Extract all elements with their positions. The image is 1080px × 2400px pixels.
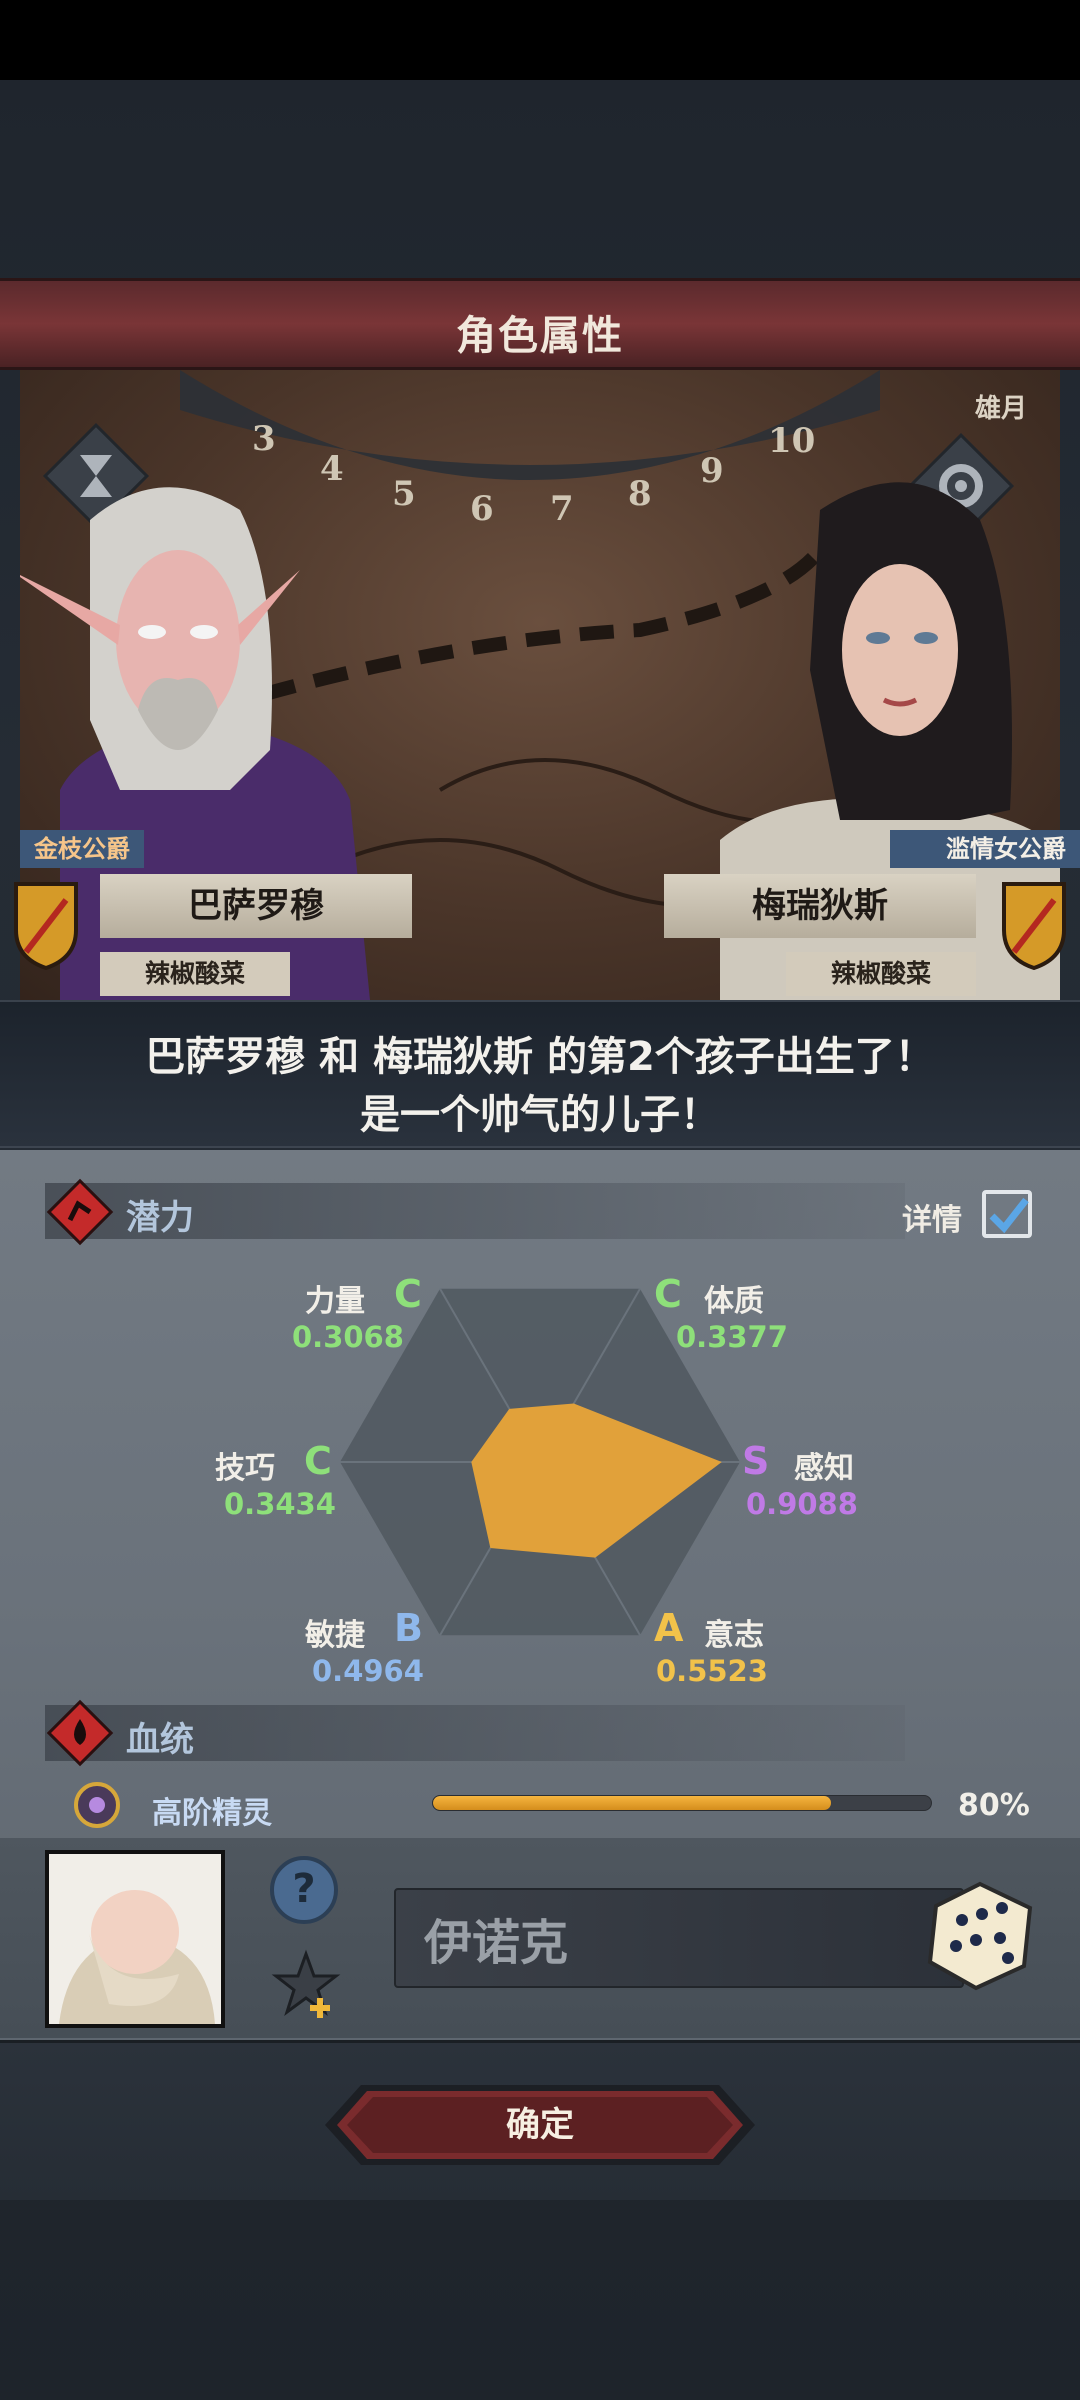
- favorite-star-button[interactable]: [270, 1948, 342, 2020]
- bloodline-icon: [46, 1699, 114, 1767]
- stat-name-constitution: 体质: [704, 1284, 764, 1319]
- stat-value-constitution: 0.3377: [676, 1320, 788, 1354]
- stat-grade-perception: S: [742, 1439, 770, 1483]
- stat-name-will: 意志: [704, 1618, 764, 1653]
- stat-value-skill: 0.3434: [224, 1487, 336, 1521]
- stat-name-skill: 技巧: [215, 1451, 275, 1486]
- help-button[interactable]: ?: [270, 1856, 338, 1924]
- stat-grade-will: A: [654, 1606, 684, 1650]
- stat-value-perception: 0.9088: [746, 1487, 858, 1521]
- stat-name-strength: 力量: [305, 1284, 365, 1319]
- elf-race-icon: [74, 1782, 120, 1828]
- stat-name-agility: 敏捷: [305, 1618, 365, 1653]
- random-name-dice-button[interactable]: [920, 1876, 1040, 1996]
- bloodline-progress: [432, 1795, 932, 1811]
- stat-grade-strength: C: [394, 1272, 422, 1316]
- confirm-button[interactable]: 确定: [325, 2083, 755, 2167]
- baby-image: [49, 1854, 221, 2024]
- child-portrait: [45, 1850, 225, 2028]
- stat-value-agility: 0.4964: [312, 1654, 424, 1688]
- bloodline-progress-fill: [433, 1796, 832, 1810]
- stat-value-will: 0.5523: [656, 1654, 768, 1688]
- child-name-input[interactable]: [394, 1888, 964, 1988]
- stat-grade-skill: C: [304, 1439, 332, 1483]
- bloodline-title: 血统: [126, 1720, 194, 1760]
- stat-grade-agility: B: [394, 1606, 423, 1650]
- stat-name-perception: 感知: [794, 1451, 854, 1486]
- stat-value-strength: 0.3068: [292, 1320, 404, 1354]
- stat-grade-constitution: C: [654, 1272, 682, 1316]
- bloodline-race: 高阶精灵: [152, 1796, 272, 1831]
- bloodline-percent: 80%: [958, 1788, 1030, 1823]
